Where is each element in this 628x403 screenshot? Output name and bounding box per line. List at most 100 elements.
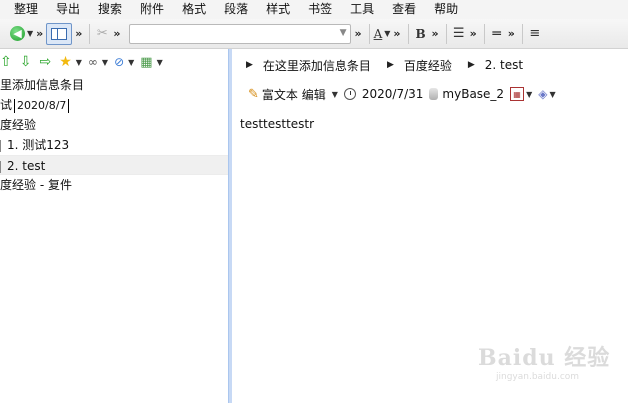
numbered-list-button[interactable]: ☰ [451, 23, 467, 45]
menu-format[interactable]: 格式 [182, 0, 206, 19]
baidu-watermark: Baidu 经验 jingyan.baidu.com [478, 340, 618, 390]
tree-item[interactable]: 度经验 [0, 115, 228, 135]
indent-button[interactable]: ≡ [527, 23, 543, 45]
chevron-down-icon: ▼ [75, 57, 82, 67]
clock-icon [343, 88, 356, 100]
toolbar-overflow-2[interactable]: » [75, 27, 82, 40]
chevron-down-icon: ▼ [384, 29, 391, 38]
pencil-icon: ✎ [248, 86, 259, 102]
tree-item[interactable]: 1. 测试123 [0, 135, 228, 155]
outline-tree: 里添加信息条目 试 2020/8/7 度经验 1. 测试123 2. test 度… [0, 75, 228, 195]
tag-icon: ◈ [538, 87, 548, 101]
breadcrumb-arrow-icon: ▶ [246, 60, 253, 70]
menu-tools[interactable]: 工具 [350, 0, 374, 19]
database-field: myBase_2 [429, 87, 504, 101]
breadcrumb-item[interactable]: 2. test [485, 58, 523, 72]
chevron-down-icon: ▼ [128, 57, 135, 67]
layout-icon [51, 27, 68, 40]
move-up-icon[interactable]: ⇧ [0, 54, 12, 70]
toolbar-overflow-7[interactable]: » [470, 27, 477, 40]
tree-item-label: 度经验 - 复件 [0, 178, 72, 192]
toolbar-divider [445, 23, 447, 44]
item-info-bar: ✎ 富文本 编辑 ▼ 2020/7/31 myBase_2 ▦ ▼ ◈ ▼ [232, 81, 628, 107]
breadcrumb-arrow-icon: ▶ [467, 60, 475, 70]
chevron-down-icon: ▼ [101, 57, 109, 67]
toolbar-overflow-1[interactable]: » [36, 27, 43, 40]
tree-item[interactable]: 里添加信息条目 [0, 75, 228, 95]
chevron-down-icon: ▼ [526, 89, 533, 99]
chevron-down-icon: ▼ [156, 57, 163, 67]
chevron-down-icon: ▼ [339, 27, 347, 38]
toolbar-overflow-4[interactable]: » [354, 27, 361, 40]
chevron-down-icon: ▼ [331, 89, 338, 99]
chevron-down-icon: ▼ [27, 29, 34, 38]
breadcrumb-item[interactable]: 在这里添加信息条目 [263, 57, 371, 74]
menu-attachments[interactable]: 附件 [140, 0, 164, 19]
menu-search[interactable]: 搜索 [98, 0, 122, 19]
font-color-icon: A [373, 26, 383, 41]
toolbar-overflow-8[interactable]: » [508, 27, 515, 40]
move-down-icon[interactable]: ⇩ [20, 54, 32, 70]
tree-item-label: 度经验 [0, 118, 37, 132]
editor-content[interactable]: testtesttestr [232, 107, 628, 141]
outline-panel: ⇧ ⇩ ⇨ ★ ▼ ∞ ▼ ⊘ ▼ ▦ ▼ 里添加信息条目 试 2020/8/7 … [0, 49, 228, 403]
chevron-down-icon: ▼ [549, 89, 556, 99]
attachment-icon[interactable]: ⊘ [114, 55, 124, 69]
back-button[interactable]: ◀ ▼ [10, 23, 33, 45]
tree-item-label: 试 [0, 98, 13, 112]
toolbar-divider [368, 23, 370, 44]
content-text: testtesttestr [240, 117, 315, 131]
toolbar-overflow-5[interactable]: » [393, 27, 400, 40]
menu-organize[interactable]: 整理 [14, 0, 38, 19]
tree-item[interactable]: 试 2020/8/7 [0, 95, 228, 115]
watermark-brand: Baidu 经验 [478, 345, 611, 371]
database-icon [429, 88, 439, 100]
toolbar-overflow-6[interactable]: » [432, 27, 439, 40]
layout-toggle-button[interactable] [46, 22, 73, 45]
breadcrumb: ▶ 在这里添加信息条目 ▶ 百度经验 ▶ 2. test [232, 49, 628, 81]
database-name: myBase_2 [442, 87, 505, 101]
menu-export[interactable]: 导出 [56, 0, 80, 19]
menu-help[interactable]: 帮助 [434, 0, 458, 19]
tree-item-label: 里添加信息条目 [0, 78, 85, 92]
bold-button[interactable]: B [413, 23, 429, 45]
editor-mode-label: 富文本 编辑 [261, 87, 326, 102]
menu-style[interactable]: 样式 [266, 0, 290, 19]
calendar-icon: ▦ [510, 87, 525, 101]
tree-line [0, 139, 1, 152]
cut-button[interactable]: ✂ [94, 23, 110, 45]
watermark-url: jingyan.baidu.com [496, 372, 580, 382]
item-date: 2020/7/31 [361, 87, 424, 101]
tree-line [0, 160, 1, 173]
tree-item-label: 1. 测试123 [7, 138, 70, 152]
font-color-button[interactable]: A ▼ [374, 23, 391, 45]
back-arrow-icon: ◀ [10, 26, 25, 41]
menu-paragraph[interactable]: 段落 [224, 0, 248, 19]
tree-item-label: 2. test [7, 159, 46, 173]
toolbar-divider [89, 23, 91, 44]
menu-view[interactable]: 查看 [392, 0, 416, 19]
tree-item-selected[interactable]: 2. test [0, 155, 228, 175]
link-icon[interactable]: ∞ [88, 55, 98, 69]
star-icon[interactable]: ★ [59, 54, 72, 70]
outline-toolbar: ⇧ ⇩ ⇨ ★ ▼ ∞ ▼ ⊘ ▼ ▦ ▼ [0, 49, 228, 75]
tree-item-date: 2020/8/7 [14, 99, 70, 113]
move-right-icon[interactable]: ⇨ [39, 54, 51, 70]
horizontal-rule-button[interactable]: ═ [489, 23, 505, 45]
style-combo[interactable]: ▼ [129, 23, 352, 44]
calendar-icon[interactable]: ▦ [140, 55, 152, 70]
main-toolbar: ◀ ▼ » » ✂ » ▼ » A ▼ » B » ☰ » ═ » ≡ [0, 19, 628, 49]
toolbar-divider [483, 23, 485, 44]
toolbar-divider [407, 23, 409, 44]
menu-bar: 整理 导出 搜索 附件 格式 段落 样式 书签 工具 查看 帮助 [0, 0, 628, 19]
menu-bookmarks[interactable]: 书签 [308, 0, 332, 19]
breadcrumb-item[interactable]: 百度经验 [404, 57, 452, 74]
calendar-button[interactable]: ▦ ▼ [510, 87, 532, 101]
toolbar-overflow-3[interactable]: » [113, 27, 120, 40]
editor-mode-button[interactable]: ✎ 富文本 编辑 ▼ [248, 86, 338, 103]
breadcrumb-arrow-icon: ▶ [386, 60, 394, 70]
toolbar-divider [521, 23, 523, 44]
tree-item[interactable]: 度经验 - 复件 [0, 175, 228, 195]
label-button[interactable]: ◈ ▼ [538, 87, 555, 101]
date-field[interactable]: 2020/7/31 [343, 87, 424, 101]
